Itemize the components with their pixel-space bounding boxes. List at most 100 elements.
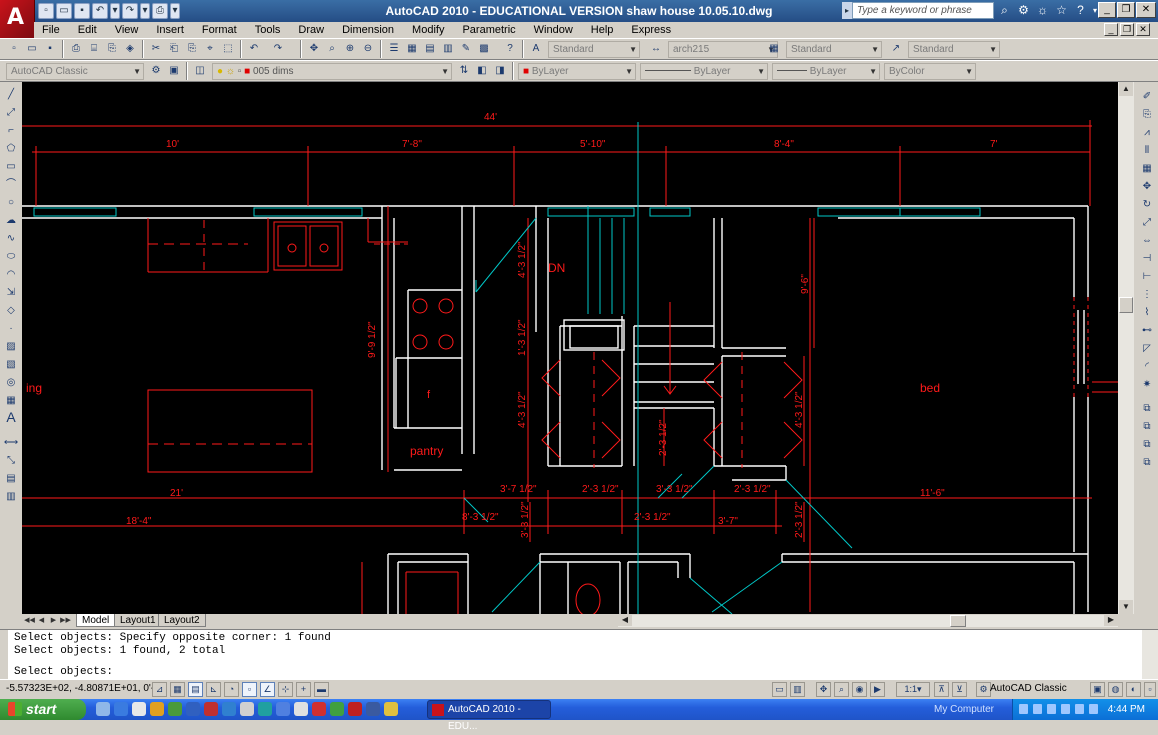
object-snap-icon[interactable]: ▫ (242, 682, 257, 697)
menu-help[interactable]: Help (582, 24, 623, 36)
restore-button[interactable]: ❐ (1117, 2, 1135, 18)
ortho-mode-icon[interactable]: ⊾ (206, 682, 221, 697)
hatch-icon[interactable]: ▨ (3, 340, 19, 354)
drawing-minimize-button[interactable]: _ (1104, 23, 1118, 36)
new-icon[interactable]: ▫ (38, 3, 54, 19)
dim-edit-icon[interactable]: ▥ (3, 490, 19, 504)
quicklaunch-icon[interactable] (186, 702, 200, 716)
rectangle-icon[interactable]: ▭ (3, 160, 19, 174)
quicklaunch-icon[interactable] (312, 702, 326, 716)
toolbar-lock-icon[interactable]: ▣ (1090, 682, 1105, 697)
showmotion-icon[interactable]: ▶ (870, 682, 885, 697)
drawing-canvas[interactable]: 44' 10' 7'-8" 5'-10" 8'-4" 7' ing pantry… (22, 82, 1118, 614)
menu-view[interactable]: View (106, 24, 148, 36)
application-menu-button[interactable]: A (0, 0, 35, 38)
bring-above-icon[interactable]: ⧉ (1139, 456, 1155, 470)
dim-linear-icon[interactable]: ⟷ (3, 436, 19, 450)
tray-icon[interactable] (1047, 704, 1056, 714)
break-icon[interactable]: ⌇ (1139, 306, 1155, 320)
publish-icon[interactable]: ⎘ (104, 41, 120, 57)
polyline-icon[interactable]: ⌐ (3, 124, 19, 138)
extend-icon[interactable]: ⊢ (1139, 270, 1155, 284)
prev-tab-icon[interactable]: ◀ (36, 615, 47, 627)
model-space-icon[interactable]: ▭ (772, 682, 787, 697)
table-icon[interactable]: ▦ (3, 394, 19, 408)
lineweight-toggle-icon[interactable]: ▬ (314, 682, 329, 697)
quicklaunch-icon[interactable] (258, 702, 272, 716)
dim-style-icon[interactable]: ↔ (648, 41, 664, 57)
tray-icon[interactable] (1019, 704, 1028, 714)
coordinates-readout[interactable]: -5.57323E+02, -4.80871E+01, 0'-0" (6, 683, 163, 694)
offset-icon[interactable]: ⫴ (1139, 144, 1155, 158)
infer-constraints-icon[interactable]: ⊿ (152, 682, 167, 697)
sheet-set-icon[interactable]: ▥ (440, 41, 456, 57)
favorites-star-icon[interactable]: ☆ (1053, 2, 1070, 19)
dynamic-ucs-icon[interactable]: ⊹ (278, 682, 293, 697)
command-window-grip[interactable] (0, 630, 8, 679)
vertical-scrollbar[interactable]: ▲ ▼ (1118, 82, 1134, 614)
send-back-icon[interactable]: ⧉ (1139, 438, 1155, 452)
tool-palettes-icon[interactable]: ▤ (422, 41, 438, 57)
steeringwheel-icon[interactable]: ◉ (852, 682, 867, 697)
zoom-window-icon[interactable]: ⊕ (342, 41, 358, 57)
tray-icon[interactable] (1089, 704, 1098, 714)
bring-front-icon[interactable]: ⧉ (1139, 420, 1155, 434)
color-dropdown[interactable]: ■ ByLayer ▼ (518, 63, 636, 80)
menu-parametric[interactable]: Parametric (453, 24, 524, 36)
quicklaunch-icon[interactable] (294, 702, 308, 716)
insert-block-icon[interactable]: ⇲ (3, 286, 19, 300)
polygon-icon[interactable]: ⬠ (3, 142, 19, 156)
isolate-objects-icon[interactable]: ◐ (1126, 682, 1141, 697)
match-properties-icon[interactable]: ⌖ (202, 41, 218, 57)
quicklaunch-icon[interactable] (276, 702, 290, 716)
menu-tools[interactable]: Tools (246, 24, 290, 36)
3d-dwf-icon[interactable]: ◈ (122, 41, 138, 57)
multiline-text-icon[interactable]: A (3, 410, 19, 424)
plotstyle-dropdown[interactable]: ByColor ▼ (884, 63, 976, 80)
arc-icon[interactable]: ⌒ (3, 178, 19, 192)
quicklaunch-icon[interactable] (96, 702, 110, 716)
command-prompt[interactable]: Select objects: (14, 666, 113, 678)
save-icon[interactable]: ▪ (74, 3, 90, 19)
zoom-status-icon[interactable]: ⌕ (834, 682, 849, 697)
quicklaunch-icon[interactable] (366, 702, 380, 716)
text-style-icon[interactable]: A (528, 41, 544, 57)
menu-draw[interactable]: Draw (289, 24, 333, 36)
polar-tracking-icon[interactable]: ◔ (224, 682, 239, 697)
scroll-right-icon[interactable]: ▶ (1104, 614, 1118, 626)
snap-mode-icon[interactable]: ▦ (170, 682, 185, 697)
gradient-icon[interactable]: ▧ (3, 358, 19, 372)
open-icon[interactable]: ▭ (56, 3, 72, 19)
pan-icon[interactable]: ✥ (306, 41, 322, 57)
join-icon[interactable]: ⊷ (1139, 324, 1155, 338)
layer-states-icon[interactable]: ◨ (492, 63, 508, 79)
next-tab-icon[interactable]: ▶ (48, 615, 59, 627)
multileader-style-dropdown[interactable]: Standard ▼ (908, 41, 1000, 58)
undo-icon[interactable]: ↶ (246, 41, 262, 57)
dim-aligned-icon[interactable]: ⤡ (3, 454, 19, 468)
help-icon[interactable]: ? (1072, 2, 1089, 19)
customize-dropdown-icon[interactable]: ▾ (170, 3, 180, 19)
draworder-icon[interactable]: ⧉ (1139, 402, 1155, 416)
workspace-save-icon[interactable]: ▣ (166, 63, 182, 79)
ie-icon[interactable] (114, 702, 128, 716)
chamfer-icon[interactable]: ◸ (1139, 342, 1155, 356)
scroll-up-icon[interactable]: ▲ (1119, 82, 1133, 96)
lineweight-dropdown[interactable]: ByLayer ▼ (772, 63, 880, 80)
layer-previous-icon[interactable]: ◧ (474, 63, 490, 79)
copy-object-icon[interactable]: ⎘ (1139, 108, 1155, 122)
search-input[interactable]: Type a keyword or phrase (852, 2, 994, 19)
table-style-icon[interactable]: ▦ (766, 41, 782, 57)
scroll-down-icon[interactable]: ▼ (1119, 600, 1133, 614)
horizontal-scroll-thumb[interactable] (950, 615, 966, 627)
make-block-icon[interactable]: ◇ (3, 304, 19, 318)
ellipse-arc-icon[interactable]: ◠ (3, 268, 19, 282)
first-tab-icon[interactable]: ◀◀ (24, 615, 35, 627)
layer-properties-icon[interactable]: ◫ (192, 63, 208, 79)
search-expand-icon[interactable]: ▸ (842, 2, 852, 19)
stretch-icon[interactable]: ⇔ (1139, 234, 1155, 248)
plot-icon[interactable]: ⎙ (152, 3, 168, 19)
dim-style-icon[interactable]: ▤ (3, 472, 19, 486)
menu-edit[interactable]: Edit (69, 24, 106, 36)
quicklaunch-icon[interactable] (240, 702, 254, 716)
